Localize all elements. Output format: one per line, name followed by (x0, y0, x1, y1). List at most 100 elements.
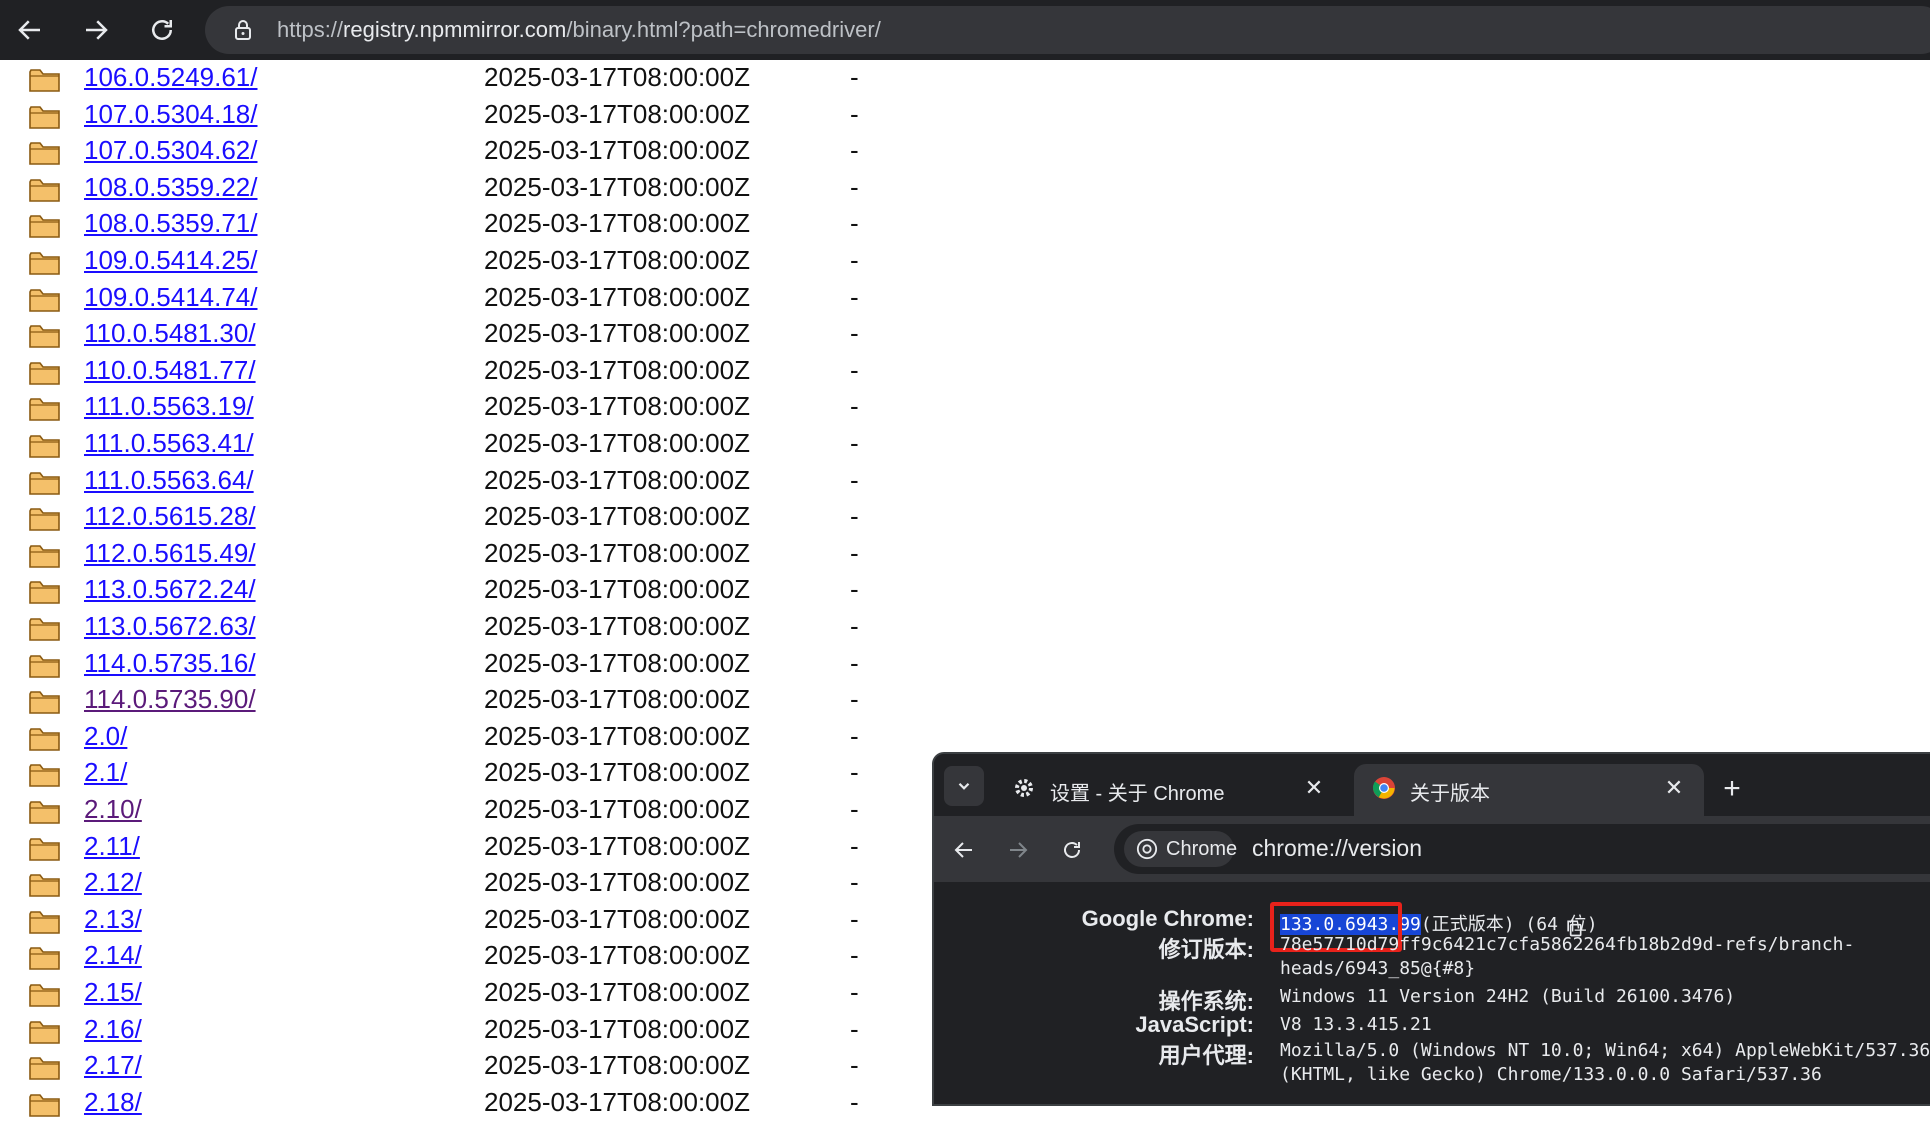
modified-date: 2025-03-17T08:00:00Z (484, 135, 750, 166)
site-info-icon[interactable] (231, 18, 255, 42)
folder-link[interactable]: 113.0.5672.24/ (84, 574, 256, 605)
reload-button[interactable] (142, 10, 182, 50)
address-url[interactable]: chrome://version (1252, 835, 1422, 862)
file-size: - (850, 867, 859, 898)
revision-line-1: 78e57710d79ff9c6421c7cfa5862264fb18b2d9d… (1280, 934, 1855, 955)
folder-link[interactable]: 2.11/ (84, 831, 140, 862)
modified-date: 2025-03-17T08:00:00Z (484, 684, 750, 715)
chrome-label: Google Chrome: (1081, 906, 1254, 931)
os-value: Windows 11 Version 24H2 (Build 26100.347… (1280, 986, 1736, 1007)
folder-link[interactable]: 2.15/ (84, 977, 142, 1008)
modified-date: 2025-03-17T08:00:00Z (484, 867, 750, 898)
folder-icon (29, 360, 60, 386)
modified-date: 2025-03-17T08:00:00Z (484, 830, 750, 861)
file-size: - (850, 171, 859, 202)
folder-link[interactable]: 114.0.5735.16/ (84, 648, 256, 679)
list-item: 111.0.5563.41/2025-03-17T08:00:00Z - (0, 427, 900, 463)
folder-icon (29, 1019, 60, 1045)
folder-link[interactable]: 107.0.5304.18/ (84, 99, 258, 130)
modified-date: 2025-03-17T08:00:00Z (484, 1050, 750, 1081)
tab-settings[interactable]: 设置 - 关于 Chrome ✕ (994, 764, 1344, 816)
address-bar[interactable]: Chrome chrome://version (1114, 824, 1930, 874)
modified-date: 2025-03-17T08:00:00Z (484, 647, 750, 678)
folder-link[interactable]: 111.0.5563.19/ (84, 391, 254, 422)
folder-link[interactable]: 2.17/ (84, 1050, 142, 1081)
folder-link[interactable]: 109.0.5414.25/ (84, 245, 258, 276)
chip-label: Chrome (1166, 838, 1238, 860)
tab-search-button[interactable] (944, 766, 984, 806)
address-bar[interactable]: https://registry.npmmirror.com/binary.ht… (205, 6, 1930, 54)
forward-arrow-icon (86, 20, 108, 40)
js-value: V8 13.3.415.21 (1280, 1014, 1432, 1035)
folder-link[interactable]: 110.0.5481.30/ (84, 318, 256, 349)
reload-button[interactable] (1054, 832, 1090, 868)
address-url[interactable]: https://registry.npmmirror.com/binary.ht… (277, 17, 881, 43)
modified-date: 2025-03-17T08:00:00Z (484, 354, 750, 385)
folder-link[interactable]: 111.0.5563.64/ (84, 465, 254, 496)
folder-icon (29, 213, 60, 239)
folder-link[interactable]: 2.10/ (84, 794, 142, 825)
folder-link[interactable]: 113.0.5672.63/ (84, 611, 256, 642)
list-item: 108.0.5359.22/2025-03-17T08:00:00Z - (0, 171, 900, 207)
folder-icon (29, 1092, 60, 1118)
modified-date: 2025-03-17T08:00:00Z (484, 464, 750, 495)
folder-icon (29, 689, 60, 715)
modified-date: 2025-03-17T08:00:00Z (484, 977, 750, 1007)
file-size: - (850, 464, 859, 495)
folder-link[interactable]: 106.0.5249.61/ (84, 62, 258, 93)
folder-icon (29, 982, 60, 1008)
list-item: 2.18/2025-03-17T08:00:00Z - (0, 1086, 900, 1122)
list-item: 111.0.5563.19/2025-03-17T08:00:00Z - (0, 390, 900, 426)
back-button[interactable] (10, 10, 50, 50)
site-chip[interactable]: Chrome (1124, 831, 1238, 867)
folder-link[interactable]: 109.0.5414.74/ (84, 282, 258, 313)
list-item: 2.14/2025-03-17T08:00:00Z - (0, 939, 900, 975)
file-size: - (850, 684, 859, 715)
folder-link[interactable]: 2.0/ (84, 721, 127, 752)
folder-icon (29, 653, 60, 679)
folder-link[interactable]: 2.16/ (84, 1014, 142, 1045)
folder-link[interactable]: 2.1/ (84, 757, 127, 788)
forward-button[interactable] (76, 10, 116, 50)
modified-date: 2025-03-17T08:00:00Z (484, 98, 750, 129)
tab-version[interactable]: 关于版本 ✕ (1354, 764, 1704, 816)
revision-label: 修订版本: (1158, 937, 1254, 962)
new-tab-button[interactable]: + (1714, 772, 1750, 808)
folder-link[interactable]: 2.18/ (84, 1087, 142, 1118)
file-size: - (850, 62, 859, 92)
back-button[interactable] (946, 832, 982, 868)
modified-date: 2025-03-17T08:00:00Z (484, 1086, 750, 1117)
list-item: 2.1/2025-03-17T08:00:00Z - (0, 756, 900, 792)
folder-link[interactable]: 2.13/ (84, 904, 142, 935)
list-item: 114.0.5735.16/2025-03-17T08:00:00Z - (0, 647, 900, 683)
modified-date: 2025-03-17T08:00:00Z (484, 62, 750, 92)
tab-title: 设置 - 关于 Chrome (1050, 783, 1225, 805)
close-icon[interactable]: ✕ (1662, 776, 1686, 800)
tab-title: 关于版本 (1410, 783, 1490, 805)
user-agent-label: 用户代理: (1158, 1043, 1254, 1068)
folder-link[interactable]: 112.0.5615.28/ (84, 501, 256, 532)
folder-link[interactable]: 110.0.5481.77/ (84, 355, 256, 386)
folder-link[interactable]: 107.0.5304.62/ (84, 135, 258, 166)
chrome-logo-icon (1372, 777, 1395, 799)
close-icon[interactable]: ✕ (1302, 776, 1326, 800)
reload-icon (1064, 842, 1080, 858)
list-item: 109.0.5414.74/2025-03-17T08:00:00Z - (0, 281, 900, 317)
modified-date: 2025-03-17T08:00:00Z (484, 391, 750, 422)
folder-icon (29, 726, 60, 752)
chrome-version-window: 设置 - 关于 Chrome ✕ 关于版本 ✕ + Chrome chrome:… (932, 752, 1930, 1106)
folder-link[interactable]: 108.0.5359.71/ (84, 208, 258, 239)
folder-link[interactable]: 2.12/ (84, 867, 142, 898)
modified-date: 2025-03-17T08:00:00Z (484, 757, 750, 788)
folder-link[interactable]: 114.0.5735.90/ (84, 684, 256, 715)
modified-date: 2025-03-17T08:00:00Z (484, 318, 750, 349)
file-size: - (850, 611, 859, 641)
folder-link[interactable]: 112.0.5615.49/ (84, 538, 256, 569)
folder-link[interactable]: 2.14/ (84, 940, 142, 971)
file-size: - (850, 245, 859, 275)
browser-toolbar: https://registry.npmmirror.com/binary.ht… (0, 0, 1930, 60)
version-info: Google Chrome: 133.0.6943.99(正式版本) (64 位… (934, 882, 1930, 1104)
folder-link[interactable]: 108.0.5359.22/ (84, 172, 258, 203)
forward-button[interactable] (1000, 832, 1036, 868)
folder-link[interactable]: 111.0.5563.41/ (84, 428, 254, 459)
